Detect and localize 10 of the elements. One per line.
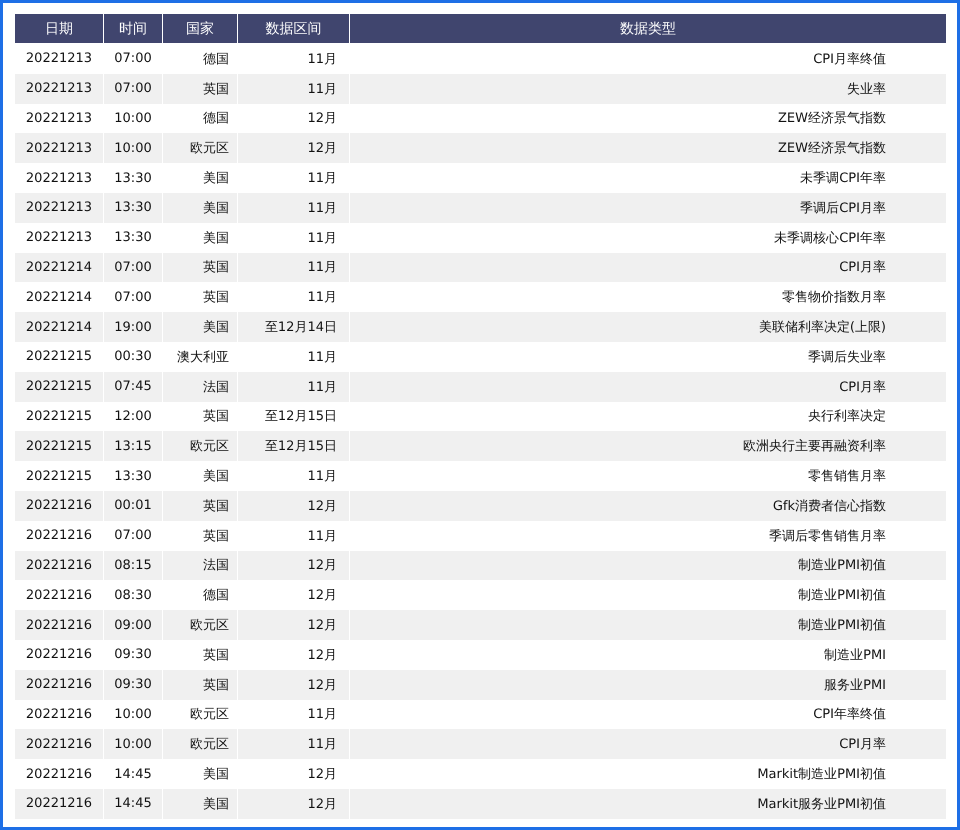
column-header: 数据区间 xyxy=(238,14,350,44)
period-cell: 12月 xyxy=(238,788,350,819)
date-cell: 20221216 xyxy=(14,788,104,819)
data-type-cell: Markit服务业PMI初值 xyxy=(350,788,946,819)
time-cell: 14:45 xyxy=(104,788,162,819)
column-header: 日期 xyxy=(14,14,104,44)
country-cell: 美国 xyxy=(162,788,238,819)
column-header: 国家 xyxy=(162,14,238,44)
column-header: 时间 xyxy=(104,14,162,44)
column-header: 数据类型 xyxy=(350,14,946,44)
